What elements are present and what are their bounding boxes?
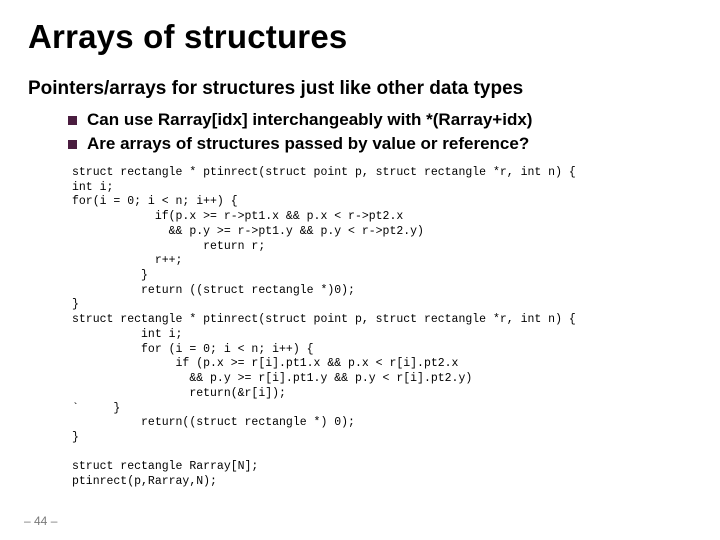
page-number: – 44 – bbox=[24, 514, 57, 528]
bullet-list: Can use Rarray[idx] interchangeably with… bbox=[68, 110, 692, 154]
bullet-text: Are arrays of structures passed by value… bbox=[87, 134, 529, 154]
bullet-item: Can use Rarray[idx] interchangeably with… bbox=[68, 110, 692, 130]
slide-title: Arrays of structures bbox=[28, 18, 692, 56]
code-block: struct rectangle * ptinrect(struct point… bbox=[72, 166, 692, 490]
slide: Arrays of structures Pointers/arrays for… bbox=[0, 0, 720, 540]
bullet-item: Are arrays of structures passed by value… bbox=[68, 134, 692, 154]
slide-subtitle: Pointers/arrays for structures just like… bbox=[28, 78, 692, 100]
square-bullet-icon bbox=[68, 116, 77, 125]
square-bullet-icon bbox=[68, 140, 77, 149]
bullet-text: Can use Rarray[idx] interchangeably with… bbox=[87, 110, 532, 130]
